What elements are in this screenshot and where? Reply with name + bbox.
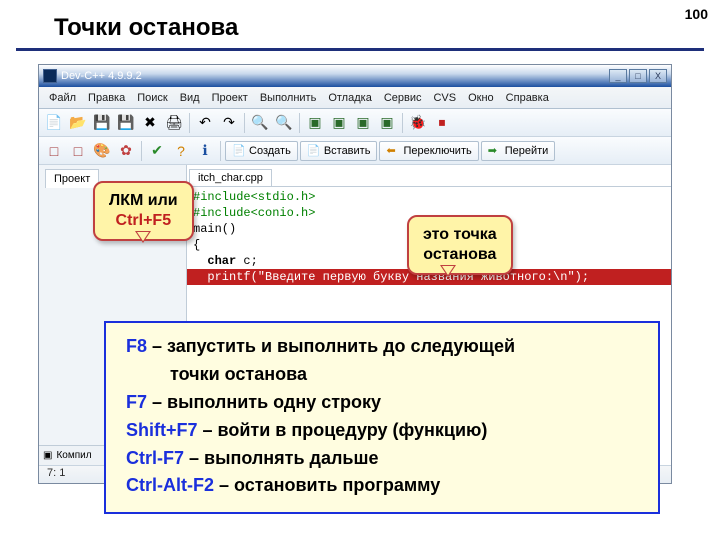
menu-cvs[interactable]: CVS bbox=[427, 90, 462, 106]
menu-search[interactable]: Поиск bbox=[131, 90, 173, 106]
menu-project[interactable]: Проект bbox=[206, 90, 254, 106]
menu-tools[interactable]: Сервис bbox=[378, 90, 428, 106]
redo-icon[interactable]: ↷ bbox=[218, 112, 240, 134]
code-token: char bbox=[193, 254, 236, 268]
insert-label: Вставить bbox=[324, 145, 371, 157]
app-icon bbox=[43, 69, 57, 83]
hotkey-row: Ctrl-Alt-F2 – остановить программу bbox=[126, 472, 638, 500]
stop-icon[interactable]: ⏹ bbox=[431, 112, 453, 134]
hotkey-desc: – запустить и выполнить до следующей bbox=[147, 336, 515, 356]
hotkey-key: Shift+F7 bbox=[126, 420, 198, 440]
separator bbox=[220, 141, 221, 161]
replace-icon[interactable]: 🔍 bbox=[273, 112, 295, 134]
new-class-icon[interactable]: □ bbox=[43, 140, 65, 162]
compile-tab[interactable]: Компил bbox=[56, 450, 91, 461]
compile-icon[interactable]: ▣ bbox=[304, 112, 326, 134]
func-icon[interactable]: ✿ bbox=[115, 140, 137, 162]
menu-view[interactable]: Вид bbox=[174, 90, 206, 106]
hotkey-desc: – остановить программу bbox=[214, 475, 440, 495]
hotkey-key: Ctrl-Alt-F2 bbox=[126, 475, 214, 495]
page-icon: 📄 bbox=[232, 144, 246, 158]
window-title: Dev-C++ 4.9.9.2 bbox=[61, 70, 607, 82]
callout-lkm: ЛКМ или Ctrl+F5 bbox=[93, 181, 194, 241]
page-icon: 📄 bbox=[307, 144, 321, 158]
hotkey-row: Shift+F7 – войти в процедуру (функцию) bbox=[126, 417, 638, 445]
help-icon[interactable]: ? bbox=[170, 140, 192, 162]
file-tab[interactable]: itch_char.cpp bbox=[189, 169, 272, 186]
arrow-right-icon: ➡ bbox=[488, 144, 502, 158]
menu-help[interactable]: Справка bbox=[500, 90, 555, 106]
slide-title: Точки останова bbox=[16, 0, 704, 51]
separator bbox=[402, 113, 403, 133]
toolbar-primary: 📄 📂 💾 💾 ✖ 🖨 ↶ ↷ 🔍 🔍 ▣ ▣ ▣ ▣ 🐞 ⏹ bbox=[39, 109, 671, 137]
new-class-icon2[interactable]: □ bbox=[67, 140, 89, 162]
slide-number: 100 bbox=[685, 6, 708, 22]
toolbar-secondary: □ □ 🎨 ✿ ✔ ? ℹ 📄Создать 📄Вставить ⬅Перекл… bbox=[39, 137, 671, 165]
hotkey-reference: F8 – запустить и выполнить до следующей т… bbox=[104, 321, 660, 514]
hotkey-row: F7 – выполнить одну строку bbox=[126, 389, 638, 417]
close-file-icon[interactable]: ✖ bbox=[139, 112, 161, 134]
insert-button[interactable]: 📄Вставить bbox=[300, 141, 378, 161]
cursor-position: 7: 1 bbox=[47, 467, 65, 479]
menu-execute[interactable]: Выполнить bbox=[254, 90, 322, 106]
info-icon[interactable]: ℹ bbox=[194, 140, 216, 162]
goto-button[interactable]: ➡Перейти bbox=[481, 141, 556, 161]
hotkey-row: F8 – запустить и выполнить до следующей т… bbox=[126, 333, 638, 389]
goto-label: Перейти bbox=[505, 145, 549, 157]
code-token: #include bbox=[193, 190, 251, 204]
new-icon[interactable]: 📄 bbox=[43, 112, 65, 134]
switch-button[interactable]: ⬅Переключить bbox=[379, 141, 478, 161]
close-button[interactable]: X bbox=[649, 69, 667, 83]
separator bbox=[189, 113, 190, 133]
hotkey-desc: точки останова bbox=[126, 361, 638, 389]
hotkey-key: F7 bbox=[126, 392, 147, 412]
compile-run-icon[interactable]: ▣ bbox=[352, 112, 374, 134]
menubar: Файл Правка Поиск Вид Проект Выполнить О… bbox=[39, 87, 671, 109]
run-icon[interactable]: ▣ bbox=[328, 112, 350, 134]
palette-icon[interactable]: 🎨 bbox=[91, 140, 113, 162]
maximize-button[interactable]: □ bbox=[629, 69, 647, 83]
rebuild-icon[interactable]: ▣ bbox=[376, 112, 398, 134]
code-token: c; bbox=[236, 254, 258, 268]
create-label: Создать bbox=[249, 145, 291, 157]
minimize-button[interactable]: _ bbox=[609, 69, 627, 83]
separator bbox=[141, 141, 142, 161]
hotkey-key: Ctrl-F7 bbox=[126, 448, 184, 468]
print-icon[interactable]: 🖨 bbox=[163, 112, 185, 134]
hotkey-row: Ctrl-F7 – выполнять дальше bbox=[126, 445, 638, 473]
switch-label: Переключить bbox=[403, 145, 471, 157]
callout-line: это точка bbox=[423, 225, 497, 245]
callout-breakpoint: это точка останова bbox=[407, 215, 513, 275]
callout-line: Ctrl+F5 bbox=[109, 211, 178, 231]
titlebar: Dev-C++ 4.9.9.2 _ □ X bbox=[39, 65, 671, 87]
save-icon[interactable]: 💾 bbox=[91, 112, 113, 134]
code-token: <conio.h> bbox=[251, 206, 316, 220]
hotkey-desc: – войти в процедуру (функцию) bbox=[198, 420, 488, 440]
menu-window[interactable]: Окно bbox=[462, 90, 500, 106]
arrow-left-icon: ⬅ bbox=[386, 144, 400, 158]
hotkey-desc: – выполнять дальше bbox=[184, 448, 379, 468]
code-token: <stdio.h> bbox=[251, 190, 316, 204]
callout-line: останова bbox=[423, 245, 497, 265]
save-all-icon[interactable]: 💾 bbox=[115, 112, 137, 134]
find-icon[interactable]: 🔍 bbox=[249, 112, 271, 134]
compile-tab-icon[interactable]: ▣ bbox=[43, 450, 52, 461]
open-icon[interactable]: 📂 bbox=[67, 112, 89, 134]
separator bbox=[244, 113, 245, 133]
callout-line: ЛКМ или bbox=[109, 191, 178, 211]
separator bbox=[299, 113, 300, 133]
menu-debug[interactable]: Отладка bbox=[322, 90, 377, 106]
hotkey-desc: – выполнить одну строку bbox=[147, 392, 381, 412]
create-button[interactable]: 📄Создать bbox=[225, 141, 298, 161]
code-token: #include bbox=[193, 206, 251, 220]
menu-file[interactable]: Файл bbox=[43, 90, 82, 106]
undo-icon[interactable]: ↶ bbox=[194, 112, 216, 134]
menu-edit[interactable]: Правка bbox=[82, 90, 131, 106]
project-tab[interactable]: Проект bbox=[45, 169, 99, 188]
debug-icon[interactable]: 🐞 bbox=[407, 112, 429, 134]
check-icon[interactable]: ✔ bbox=[146, 140, 168, 162]
hotkey-key: F8 bbox=[126, 336, 147, 356]
